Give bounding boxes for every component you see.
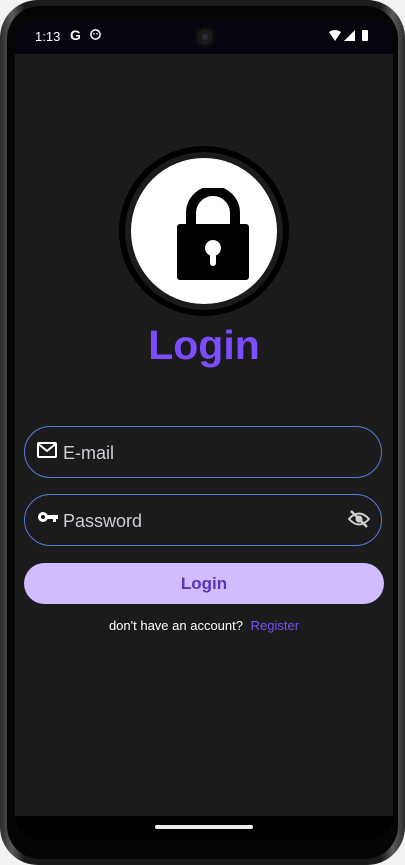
phone-screen: 1:13 G Login E-mail Login don't have an …: [15, 20, 393, 840]
page-title: Login: [148, 322, 260, 368]
key-icon: [38, 512, 58, 522]
phone-frame: 1:13 G Login E-mail Login don't have an …: [0, 0, 405, 865]
register-link[interactable]: Register: [251, 618, 299, 633]
google-icon: G: [70, 27, 81, 43]
email-field[interactable]: [24, 426, 382, 478]
front-camera: [194, 26, 216, 48]
status-icons: [329, 30, 368, 41]
register-prompt-text: don't have an account?: [108, 618, 243, 633]
face-icon: [90, 29, 101, 40]
login-screen: Login E-mail Login don't have an account…: [15, 54, 393, 816]
login-button[interactable]: Login: [24, 563, 384, 604]
wifi-icon: [329, 30, 341, 41]
battery-icon: [362, 30, 368, 41]
lock-logo: [119, 146, 289, 316]
mail-icon: [37, 442, 57, 458]
status-time: 1:13: [35, 29, 61, 44]
status-bar: 1:13 G: [15, 20, 393, 54]
password-field[interactable]: [24, 494, 382, 546]
navigation-bar: [15, 816, 393, 840]
home-gesture-handle[interactable]: [155, 825, 253, 829]
password-input[interactable]: [61, 505, 335, 537]
email-input[interactable]: [61, 437, 335, 469]
register-prompt: don't have an account? Register: [15, 618, 393, 633]
signal-icon: [344, 30, 355, 41]
eye-off-icon[interactable]: [348, 510, 370, 528]
lock-icon: [177, 188, 249, 280]
